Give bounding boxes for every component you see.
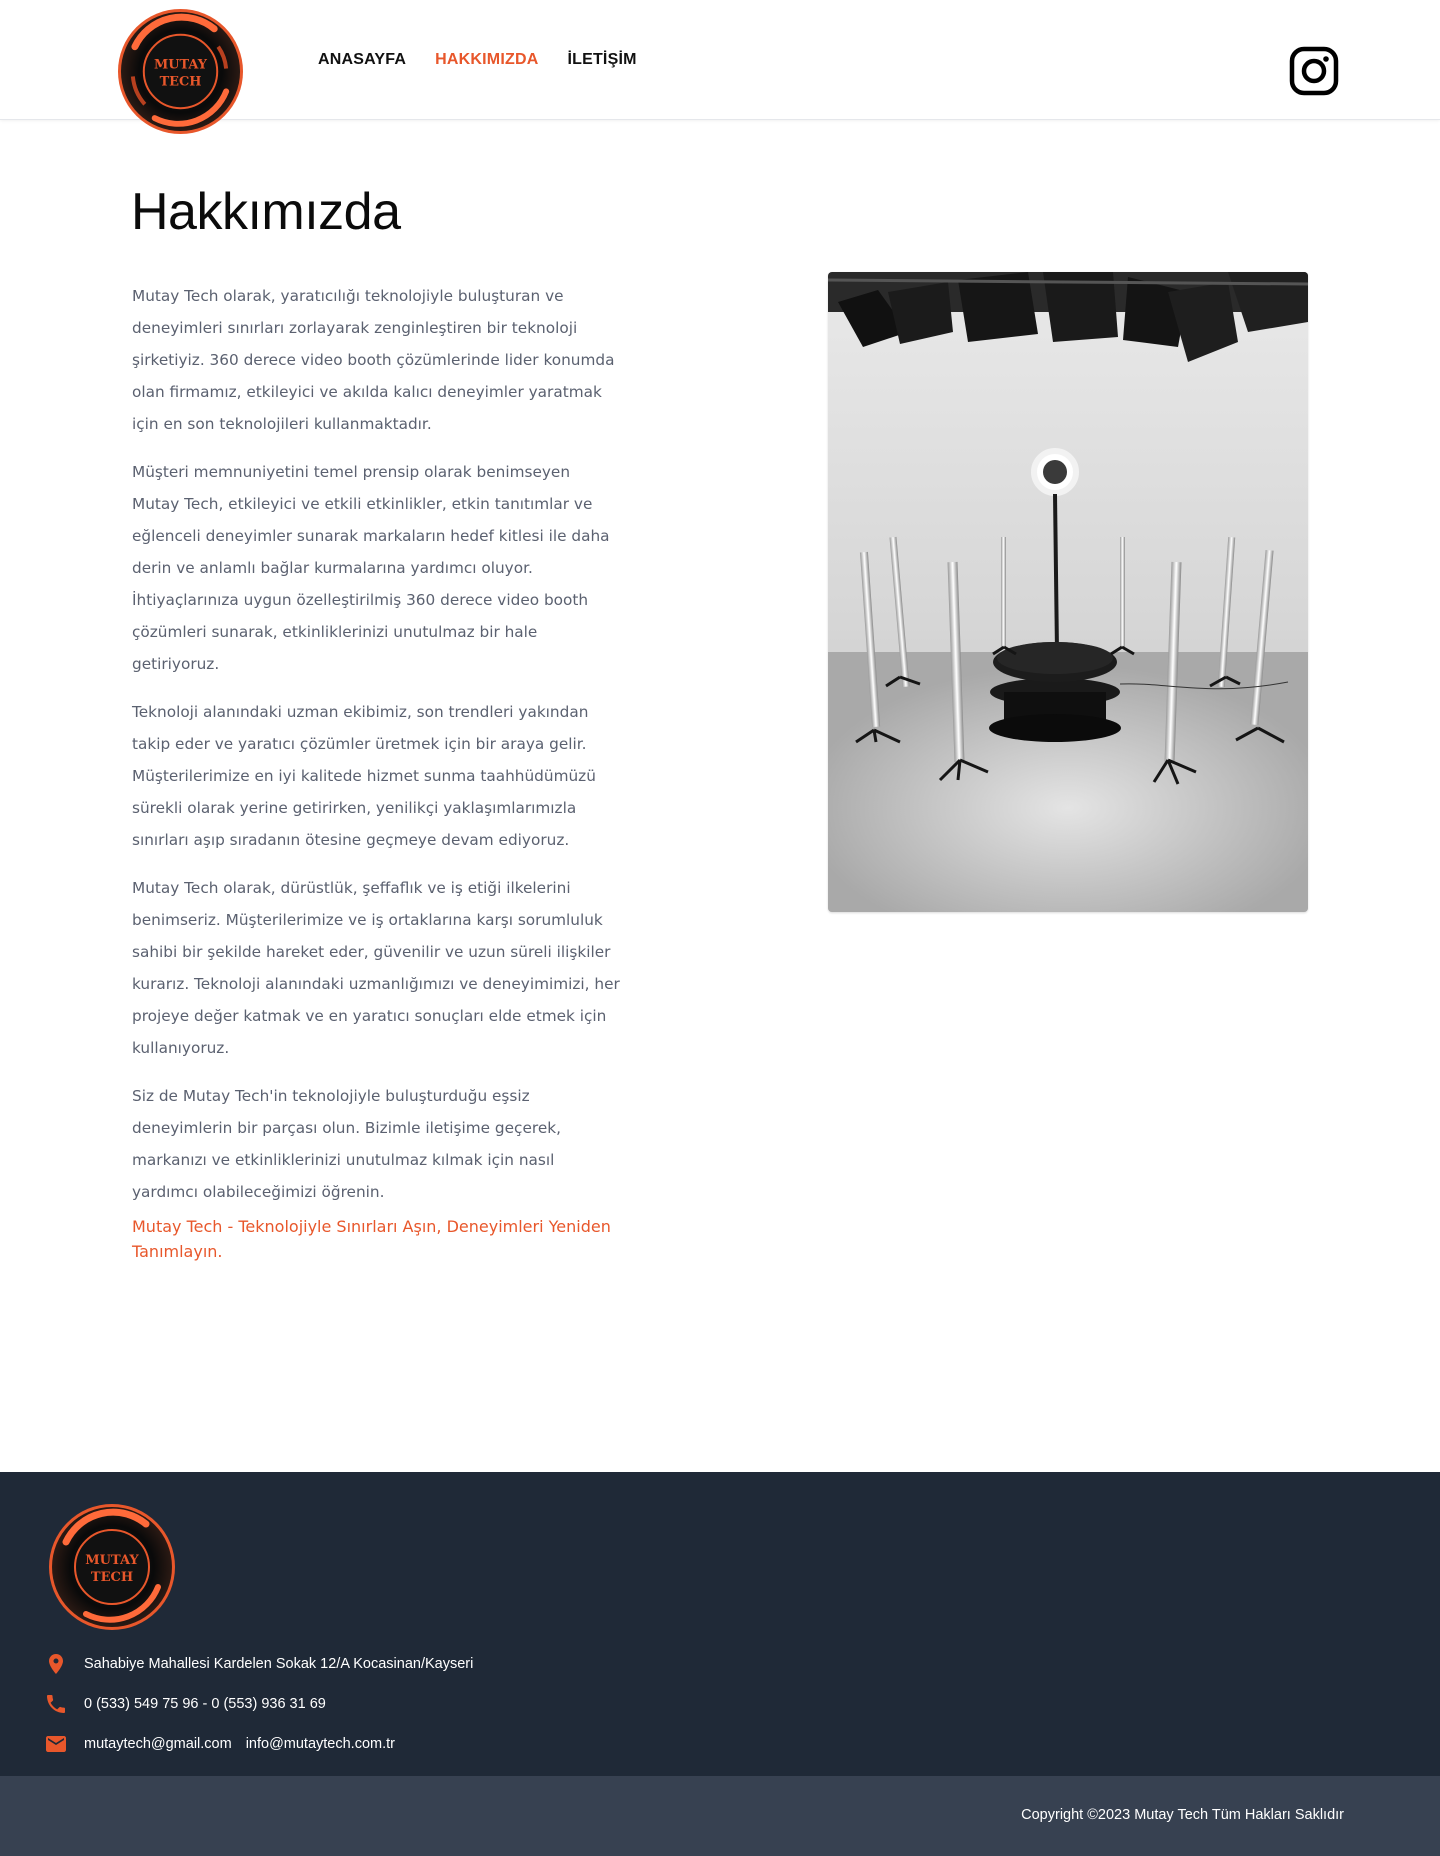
copyright-bar: Copyright ©2023 Mutay Tech Tüm Hakları S… (0, 1776, 1440, 1856)
address-text: Sahabiye Mahallesi Kardelen Sokak 12/A K… (84, 1656, 474, 1672)
about-paragraph: Siz de Mutay Tech'in teknolojiyle buluşt… (132, 1087, 561, 1201)
location-pin-icon (49, 1654, 63, 1674)
mutay-tech-logo[interactable]: MUTAY TECH (115, 7, 246, 136)
svg-text:TECH: TECH (91, 1570, 133, 1585)
booth-photo (828, 272, 1308, 912)
about-text: Mutay Tech olarak, yaratıcılığı teknoloj… (132, 280, 622, 1224)
svg-text:TECH: TECH (160, 74, 202, 89)
address-row: Sahabiye Mahallesi Kardelen Sokak 12/A K… (44, 1652, 473, 1676)
email-link-2[interactable]: info@mutaytech.com.tr (246, 1736, 395, 1752)
footer-logo[interactable]: MUTAY TECH (46, 1502, 178, 1632)
email-row: mutaytech@gmail.com info@mutaytech.com.t… (44, 1732, 395, 1756)
about-paragraph: Mutay Tech olarak, dürüstlük, şeffaflık … (132, 879, 620, 1057)
phone-icon (47, 1695, 65, 1713)
slogan: Mutay Tech - Teknolojiyle Sınırları Aşın… (132, 1217, 611, 1261)
site-footer: MUTAY TECH Sahabiye Mahallesi Kardelen S… (0, 1472, 1440, 1776)
instagram-icon[interactable] (1289, 46, 1339, 96)
nav-item-hakkimizda[interactable]: HAKKIMIZDA (435, 51, 538, 69)
mail-icon (46, 1736, 66, 1752)
about-paragraph: Teknoloji alanındaki uzman ekibimiz, son… (132, 703, 596, 849)
page-title: Hakkımızda (131, 183, 401, 241)
svg-text:MUTAY: MUTAY (154, 58, 208, 73)
nav-item-iletisim[interactable]: İLETİŞİM (567, 51, 636, 69)
about-paragraph: Mutay Tech olarak, yaratıcılığı teknoloj… (132, 287, 615, 433)
about-paragraph: Müşteri memnuniyetini temel prensip olar… (132, 463, 610, 673)
site-header: MUTAY TECH ANASAYFA HAKKIMIZDA İLETİŞİM (0, 0, 1440, 135)
main-nav: ANASAYFA HAKKIMIZDA İLETİŞİM (318, 51, 637, 69)
copyright-text: Copyright ©2023 Mutay Tech Tüm Hakları S… (1021, 1807, 1344, 1823)
phone-text: 0 (533) 549 75 96 - 0 (553) 936 31 69 (84, 1696, 326, 1712)
nav-item-anasayfa[interactable]: ANASAYFA (318, 51, 406, 69)
phone-row: 0 (533) 549 75 96 - 0 (553) 936 31 69 (44, 1692, 326, 1716)
email-link-1[interactable]: mutaytech@gmail.com (84, 1736, 232, 1752)
svg-text:MUTAY: MUTAY (85, 1553, 139, 1568)
